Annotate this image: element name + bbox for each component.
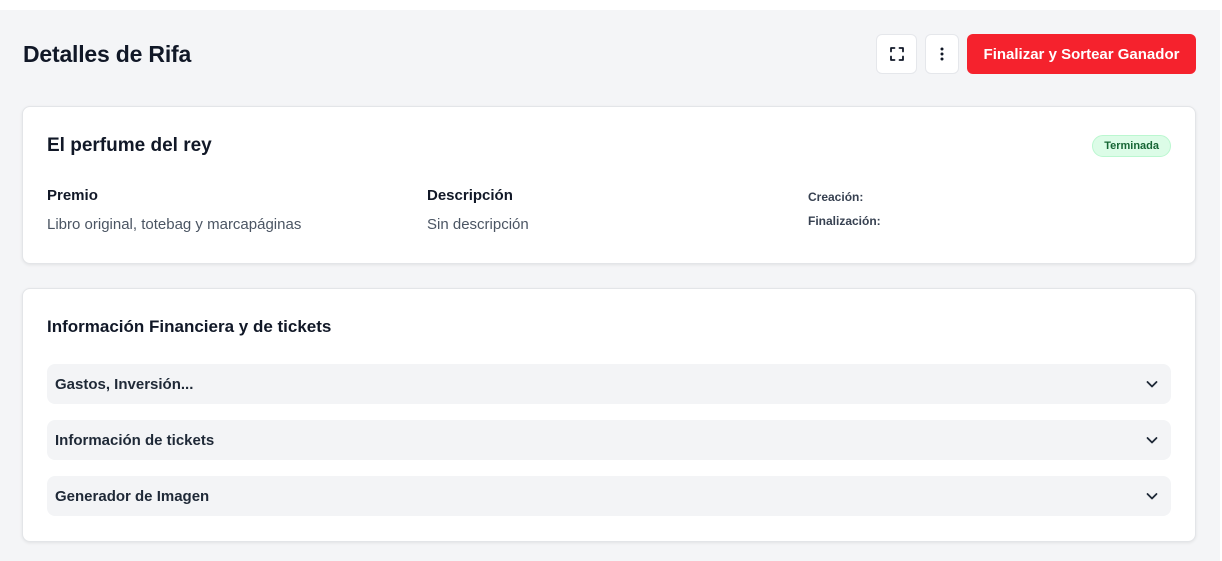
more-vertical-icon bbox=[940, 47, 944, 61]
chevron-down-icon bbox=[1145, 377, 1159, 391]
financial-info-card: Información Financiera y de tickets Gast… bbox=[22, 288, 1196, 542]
description-value: Sin descripción bbox=[427, 216, 529, 233]
end-date-label: Finalización: bbox=[808, 214, 881, 228]
page-header: Detalles de Rifa Finalizar y Sortear Gan… bbox=[23, 34, 1196, 74]
chevron-down-icon bbox=[1145, 433, 1159, 447]
accordion-label: Gastos, Inversión... bbox=[55, 375, 194, 393]
dates-block: Creación: Finalización: bbox=[808, 185, 881, 233]
prize-field: Premio Libro original, totebag y marcapá… bbox=[47, 187, 301, 233]
accordion-label: Generador de Imagen bbox=[55, 487, 210, 505]
status-badge: Terminada bbox=[1092, 135, 1171, 157]
fullscreen-button[interactable] bbox=[876, 34, 917, 74]
finish-and-draw-winner-button[interactable]: Finalizar y Sortear Ganador bbox=[967, 34, 1196, 74]
description-label: Descripción bbox=[427, 187, 513, 204]
header-actions: Finalizar y Sortear Ganador bbox=[876, 34, 1196, 74]
creation-date-label: Creación: bbox=[808, 190, 864, 204]
page-background: Detalles de Rifa Finalizar y Sortear Gan… bbox=[0, 10, 1220, 561]
accordion-tickets-info[interactable]: Información de tickets bbox=[47, 420, 1171, 460]
chevron-down-icon bbox=[1145, 489, 1159, 503]
raffle-name: El perfume del rey bbox=[47, 135, 212, 156]
accordion-expenses[interactable]: Gastos, Inversión... bbox=[47, 364, 1171, 404]
financial-info-title: Información Financiera y de tickets bbox=[47, 317, 332, 336]
expand-icon bbox=[889, 47, 904, 61]
accordion-label: Información de tickets bbox=[55, 431, 215, 449]
prize-label: Premio bbox=[47, 187, 98, 204]
page-title: Detalles de Rifa bbox=[23, 40, 192, 67]
description-field: Descripción Sin descripción bbox=[427, 187, 529, 233]
accordion-image-generator[interactable]: Generador de Imagen bbox=[47, 476, 1171, 516]
prize-value: Libro original, totebag y marcapáginas bbox=[47, 216, 302, 233]
raffle-details-card: El perfume del rey Terminada Premio Libr… bbox=[22, 106, 1196, 264]
more-options-button[interactable] bbox=[925, 34, 959, 74]
